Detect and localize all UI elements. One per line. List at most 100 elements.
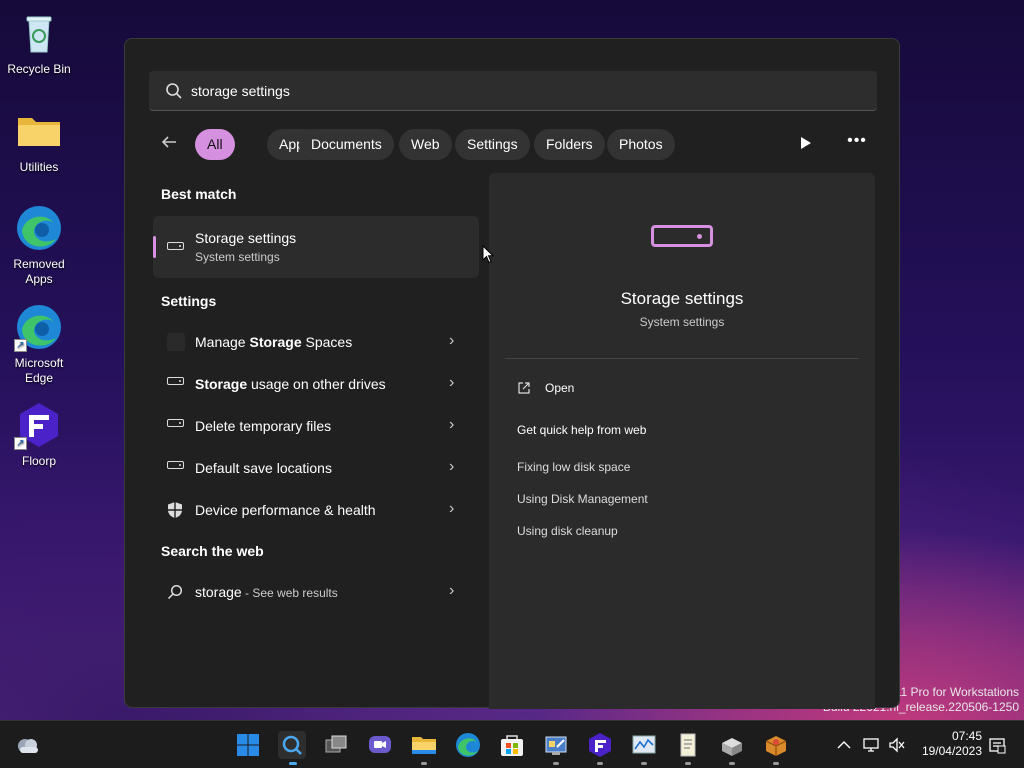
filter-chip-all[interactable]: All	[195, 129, 235, 160]
running-indicator	[597, 762, 603, 765]
filter-chip-documents[interactable]: Documents	[299, 129, 394, 160]
taskbar: 07:45 19/04/2023	[0, 720, 1024, 768]
control-panel-icon[interactable]	[542, 731, 570, 759]
filter-chip-photos[interactable]: Photos	[607, 129, 675, 160]
weather-icon[interactable]	[14, 731, 42, 759]
running-indicator	[729, 762, 735, 765]
result-manage-storage-spaces[interactable]: Manage Storage Spaces ›	[153, 323, 479, 361]
result-delete-temporary-files[interactable]: Delete temporary files ›	[153, 407, 479, 445]
floorp-icon: ↗	[14, 400, 64, 450]
edge-icon	[14, 203, 64, 253]
storage-spaces-icon	[167, 333, 185, 351]
web-heading: Search the web	[161, 543, 264, 559]
chevron-right-icon: ›	[449, 374, 455, 391]
desktop-icon-recycle-bin[interactable]: Recycle Bin	[4, 8, 74, 77]
desktop-icon-microsoft-edge[interactable]: ↗ Microsoft Edge	[4, 302, 74, 386]
running-indicator	[773, 762, 779, 765]
desktop-icon-utilities[interactable]: Utilities	[4, 106, 74, 175]
start-windows-icon[interactable]	[234, 731, 262, 759]
drive-icon	[167, 377, 184, 385]
filter-chip-folders[interactable]: Folders	[534, 129, 605, 160]
shield-icon	[167, 501, 183, 524]
installer-icon[interactable]	[718, 731, 746, 759]
best-match-result[interactable]: Storage settings System settings	[153, 216, 479, 278]
taskbar-search-icon[interactable]	[278, 731, 306, 759]
divider	[505, 358, 859, 359]
search-input[interactable]	[191, 71, 851, 111]
web-help-link[interactable]: Using Disk Management	[517, 492, 648, 506]
result-storage-usage-other-drives[interactable]: Storage usage on other drives ›	[153, 365, 479, 403]
result-label: Device performance & health	[195, 502, 376, 518]
system-clock[interactable]: 07:45 19/04/2023	[912, 729, 982, 759]
result-label: Default save locations	[195, 460, 332, 476]
filter-chip-web[interactable]: Web	[399, 129, 452, 160]
active-indicator	[289, 762, 297, 765]
clock-date: 19/04/2023	[921, 744, 982, 758]
chevron-right-icon: ›	[449, 458, 455, 475]
drive-icon	[167, 242, 184, 250]
drive-icon	[167, 461, 184, 469]
chat-icon[interactable]	[366, 731, 394, 759]
running-indicator	[685, 762, 691, 765]
running-indicator	[553, 762, 559, 765]
desktop-icon-floorp[interactable]: ↗ Floorp	[4, 400, 74, 469]
best-match-subtitle: System settings	[195, 250, 280, 264]
running-indicator	[421, 762, 427, 765]
drive-icon	[651, 225, 713, 247]
edge-icon: ↗	[14, 302, 64, 352]
web-help-link[interactable]: Using disk cleanup	[517, 524, 618, 538]
desktop-icon-label: Microsoft Edge	[14, 356, 64, 385]
show-hidden-icons-chevron-icon[interactable]	[836, 737, 852, 756]
search-icon	[166, 83, 182, 99]
desktop-icon-label: Utilities	[19, 160, 59, 174]
selection-indicator	[153, 236, 156, 258]
desktop-icon-removed-apps[interactable]: Removed Apps	[4, 203, 74, 287]
clock-time: 07:45	[951, 729, 982, 743]
desktop-icon-label: Removed Apps	[13, 257, 65, 286]
search-panel: All Apps Documents Web Settings Folders …	[124, 38, 900, 709]
best-match-title: Storage settings	[195, 230, 297, 246]
chevron-right-icon: ›	[449, 332, 455, 349]
floorp-icon[interactable]	[586, 731, 614, 759]
desktop-icon-label: Floorp	[21, 454, 56, 468]
result-device-performance-health[interactable]: Device performance & health ›	[153, 491, 479, 529]
microsoft-store-icon[interactable]	[498, 731, 526, 759]
back-arrow-icon[interactable]	[159, 132, 183, 156]
search-box[interactable]	[149, 71, 877, 111]
chevron-right-icon: ›	[449, 500, 455, 517]
filter-chip-settings[interactable]: Settings	[455, 129, 530, 160]
result-label: Delete temporary files	[195, 418, 332, 434]
result-default-save-locations[interactable]: Default save locations ›	[153, 449, 479, 487]
package-icon[interactable]	[762, 731, 790, 759]
result-web-search[interactable]: storage - See web results ›	[153, 573, 479, 611]
detail-subtitle: System settings	[639, 315, 725, 329]
filter-bar: All Apps Documents Web Settings Folders …	[149, 127, 879, 161]
chevron-right-icon: ›	[449, 582, 455, 599]
result-label: Manage Storage Spaces	[195, 334, 353, 350]
chevron-right-icon: ›	[449, 416, 455, 433]
best-match-heading: Best match	[161, 186, 237, 202]
running-indicator	[641, 762, 647, 765]
shortcut-arrow-icon: ↗	[14, 339, 27, 352]
drive-icon	[167, 419, 184, 427]
notifications-icon[interactable]	[988, 737, 1006, 758]
edge-icon[interactable]	[454, 731, 482, 759]
volume-muted-icon[interactable]	[888, 737, 906, 756]
open-external-icon	[518, 382, 530, 394]
web-help-link[interactable]: Fixing low disk space	[517, 460, 630, 474]
open-button[interactable]: Open	[545, 381, 574, 395]
network-icon[interactable]	[862, 737, 880, 756]
play-icon[interactable]	[793, 131, 817, 155]
desktop-icon-label: Recycle Bin	[7, 62, 71, 76]
detail-pane: Storage settings System settings Open Ge…	[489, 173, 875, 709]
notepad-icon[interactable]	[674, 731, 702, 759]
recycle-bin-icon	[14, 8, 64, 58]
task-view-icon[interactable]	[322, 731, 350, 759]
resource-monitor-icon[interactable]	[630, 731, 658, 759]
file-explorer-icon[interactable]	[410, 731, 438, 759]
result-label: Storage usage on other drives	[195, 376, 386, 392]
mouse-pointer-icon	[482, 244, 495, 270]
folder-icon	[14, 106, 64, 156]
more-options-icon[interactable]: •••	[845, 131, 869, 155]
search-icon	[167, 584, 183, 605]
